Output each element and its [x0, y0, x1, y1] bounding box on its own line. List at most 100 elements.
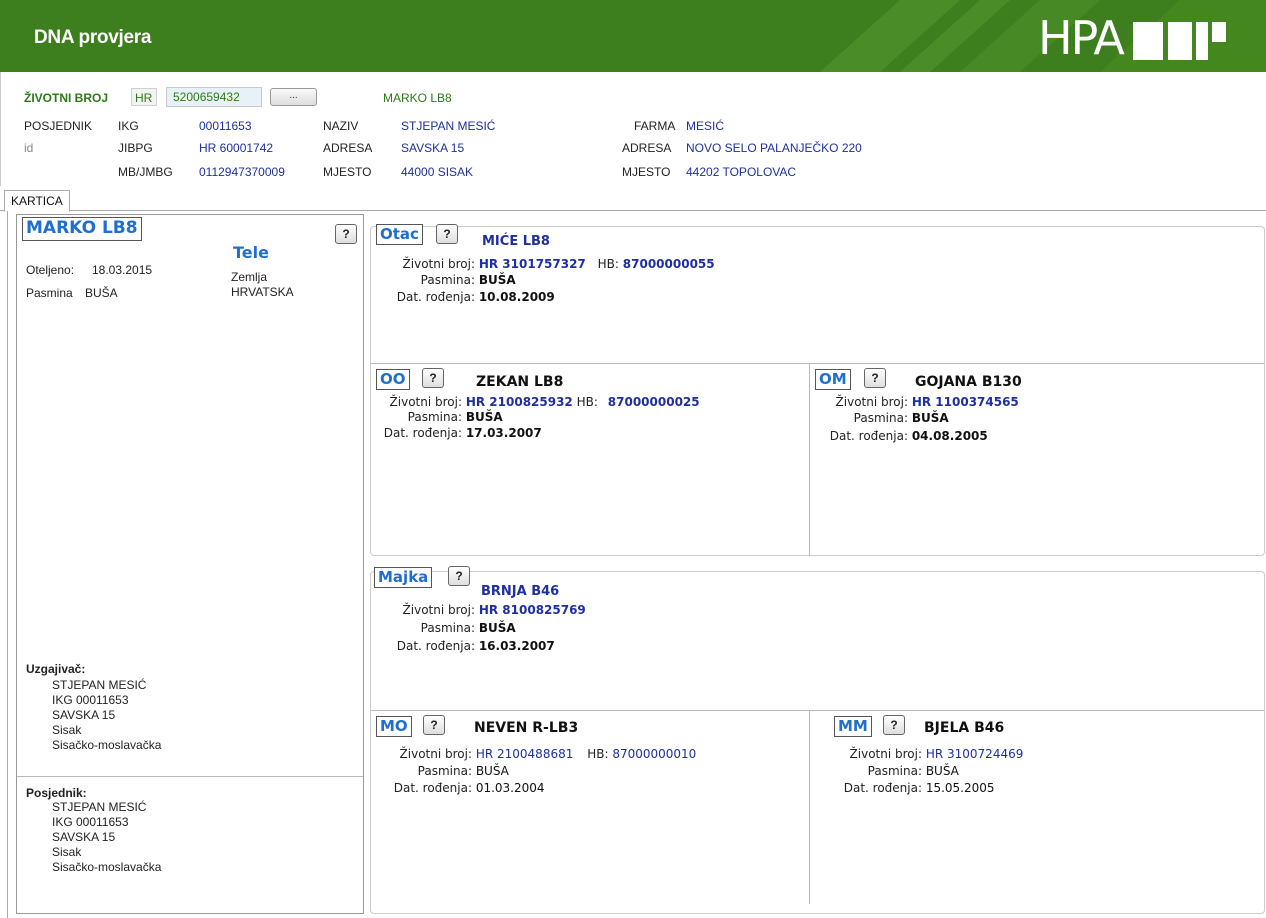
browse-button[interactable]: ...	[270, 88, 317, 106]
uzgajivac-label: Uzgajivač:	[26, 662, 86, 676]
otac-zb: HR 3101757327	[478, 257, 586, 271]
mother-divider-h	[371, 710, 1264, 711]
otac-help-button[interactable]: ?	[436, 224, 458, 244]
farm-adresa-label: ADRESA	[622, 141, 672, 155]
om-help-button[interactable]: ?	[864, 368, 886, 388]
category-label: Tele	[233, 243, 269, 262]
pasmina-label: Pasmina:	[853, 411, 908, 425]
zb-label: Životni broj:	[835, 395, 908, 409]
naziv-label: NAZIV	[323, 119, 359, 133]
otac-tag: Otac	[376, 224, 423, 245]
om-zb-row: Životni broj: HR 1100374565	[818, 395, 1019, 409]
jibpg-label: JIBPG	[118, 141, 153, 155]
oo-dat-row: Dat. rođenja: 17.03.2007	[378, 426, 542, 440]
hb-label: HB:	[576, 395, 598, 409]
oo-help-button[interactable]: ?	[422, 368, 444, 388]
uzgajivac-line: SAVSKA 15	[52, 708, 116, 722]
om-zb: HR 1100374565	[911, 395, 1019, 409]
majka-help-button[interactable]: ?	[448, 566, 470, 586]
om-dat-row: Dat. rođenja: 04.08.2005	[818, 429, 988, 443]
om-name: GOJANA B130	[915, 374, 1022, 390]
om-tag: OM	[815, 369, 851, 390]
uzgajivac-line: IKG 00011653	[52, 693, 129, 707]
mo-hb: 87000000010	[612, 747, 697, 761]
posjednik-line: STJEPAN MESIĆ	[52, 800, 147, 814]
om-dat: 04.08.2005	[911, 429, 988, 443]
mm-tag: MM	[834, 716, 872, 737]
otac-pasmina-row: Pasmina: BUŠA	[378, 273, 516, 287]
logo-block-1	[1133, 22, 1163, 60]
zemlja-label: Zemlja	[231, 270, 268, 284]
otac-dat: 10.08.2009	[478, 290, 555, 304]
dat-label: Dat. rođenja:	[843, 781, 922, 795]
mo-tag: MO	[376, 716, 412, 737]
pasmina-label: Pasmina	[26, 286, 73, 300]
oteljeno-value: 18.03.2015	[92, 263, 153, 277]
zivotni-broj-input[interactable]: 5200659432	[166, 87, 262, 107]
mo-pasmina-row: Pasmina: BUŠA	[386, 764, 509, 778]
logo-block-4	[1212, 22, 1226, 42]
oo-dat: 17.03.2007	[465, 426, 542, 440]
mm-zb: HR 3100724469	[925, 747, 1024, 761]
mo-pasmina: BUŠA	[475, 764, 509, 778]
otac-hb: 87000000055	[622, 257, 715, 271]
dat-label: Dat. rođenja:	[829, 429, 908, 443]
farma-label: FARMA	[634, 119, 676, 133]
posjednik-line: SAVSKA 15	[52, 830, 116, 844]
mother-divider-v	[809, 710, 810, 904]
zb-label: Životni broj:	[389, 395, 462, 409]
mm-help-button[interactable]: ?	[883, 715, 905, 735]
om-pasmina-row: Pasmina: BUŠA	[818, 411, 949, 425]
country-code-field[interactable]: HR	[131, 88, 157, 106]
majka-tag: Majka	[374, 567, 433, 588]
mjesto-value: 44000 SISAK	[401, 165, 474, 179]
father-divider-h	[371, 363, 1264, 364]
majka-pasmina: BUŠA	[478, 621, 516, 635]
ikg-label: IKG	[118, 119, 139, 133]
app-title: DNA provjera	[34, 27, 152, 48]
oteljeno-label: Oteljeno:	[26, 263, 75, 277]
id-link[interactable]: id	[24, 141, 33, 155]
dat-label: Dat. rođenja:	[396, 290, 475, 304]
mo-help-button[interactable]: ?	[423, 715, 445, 735]
tab-kartica[interactable]: KARTICA	[4, 190, 70, 212]
animal-name-title: MARKO LB8	[22, 217, 142, 241]
card-divider	[17, 776, 363, 777]
naziv-value: STJEPAN MESIĆ	[401, 119, 496, 133]
posjednik-line: IKG 00011653	[52, 815, 129, 829]
om-pasmina: BUŠA	[911, 411, 949, 425]
pasmina-label: Pasmina:	[420, 621, 475, 635]
mo-zb-row: Životni broj: HR 2100488681 HB: 87000000…	[386, 747, 697, 761]
hb-label: HB:	[597, 257, 619, 271]
farm-mjesto-label: MJESTO	[622, 165, 671, 179]
dat-label: Dat. rođenja:	[396, 639, 475, 653]
dat-label: Dat. rođenja:	[393, 781, 472, 795]
pasmina-label: Pasmina:	[417, 764, 472, 778]
zivotni-broj-label: ŽIVOTNI BROJ	[24, 91, 109, 105]
uzgajivac-line: Sisak	[52, 723, 82, 737]
majka-name: BRNJA B46	[481, 584, 560, 599]
oo-zb: HR 2100825932	[465, 395, 573, 409]
mm-pasmina-row: Pasmina: BUŠA	[836, 764, 959, 778]
mm-name: BJELA B46	[924, 720, 1005, 736]
oo-hb: 87000000025	[607, 395, 700, 409]
mb-value: 0112947370009	[199, 165, 285, 179]
otac-dat-row: Dat. rođenja: 10.08.2009	[378, 290, 555, 304]
hb-label: HB:	[587, 747, 609, 761]
logo-block-3	[1196, 22, 1208, 60]
mo-name: NEVEN R-LB3	[474, 720, 579, 736]
card-help-button[interactable]: ?	[335, 224, 357, 244]
farma-value: MESIĆ	[686, 119, 725, 133]
dat-label: Dat. rođenja:	[383, 426, 462, 440]
posjednik-card-label: Posjednik:	[26, 786, 87, 800]
zb-label: Životni broj:	[402, 257, 475, 271]
posjednik-details: STJEPAN MESIĆ IKG 00011653 SAVSKA 15 Sis…	[52, 800, 161, 875]
logo-text: HPA	[1038, 11, 1125, 65]
pasmina-label: Pasmina:	[420, 273, 475, 287]
farm-adresa-value: NOVO SELO PALANJEČKO 220	[686, 141, 862, 155]
tab-frame-left	[0, 211, 8, 918]
majka-dat: 16.03.2007	[478, 639, 555, 653]
mm-dat-row: Dat. rođenja: 15.05.2005	[836, 781, 995, 795]
majka-zb: HR 8100825769	[478, 603, 586, 617]
oo-name: ZEKAN LB8	[476, 374, 564, 390]
